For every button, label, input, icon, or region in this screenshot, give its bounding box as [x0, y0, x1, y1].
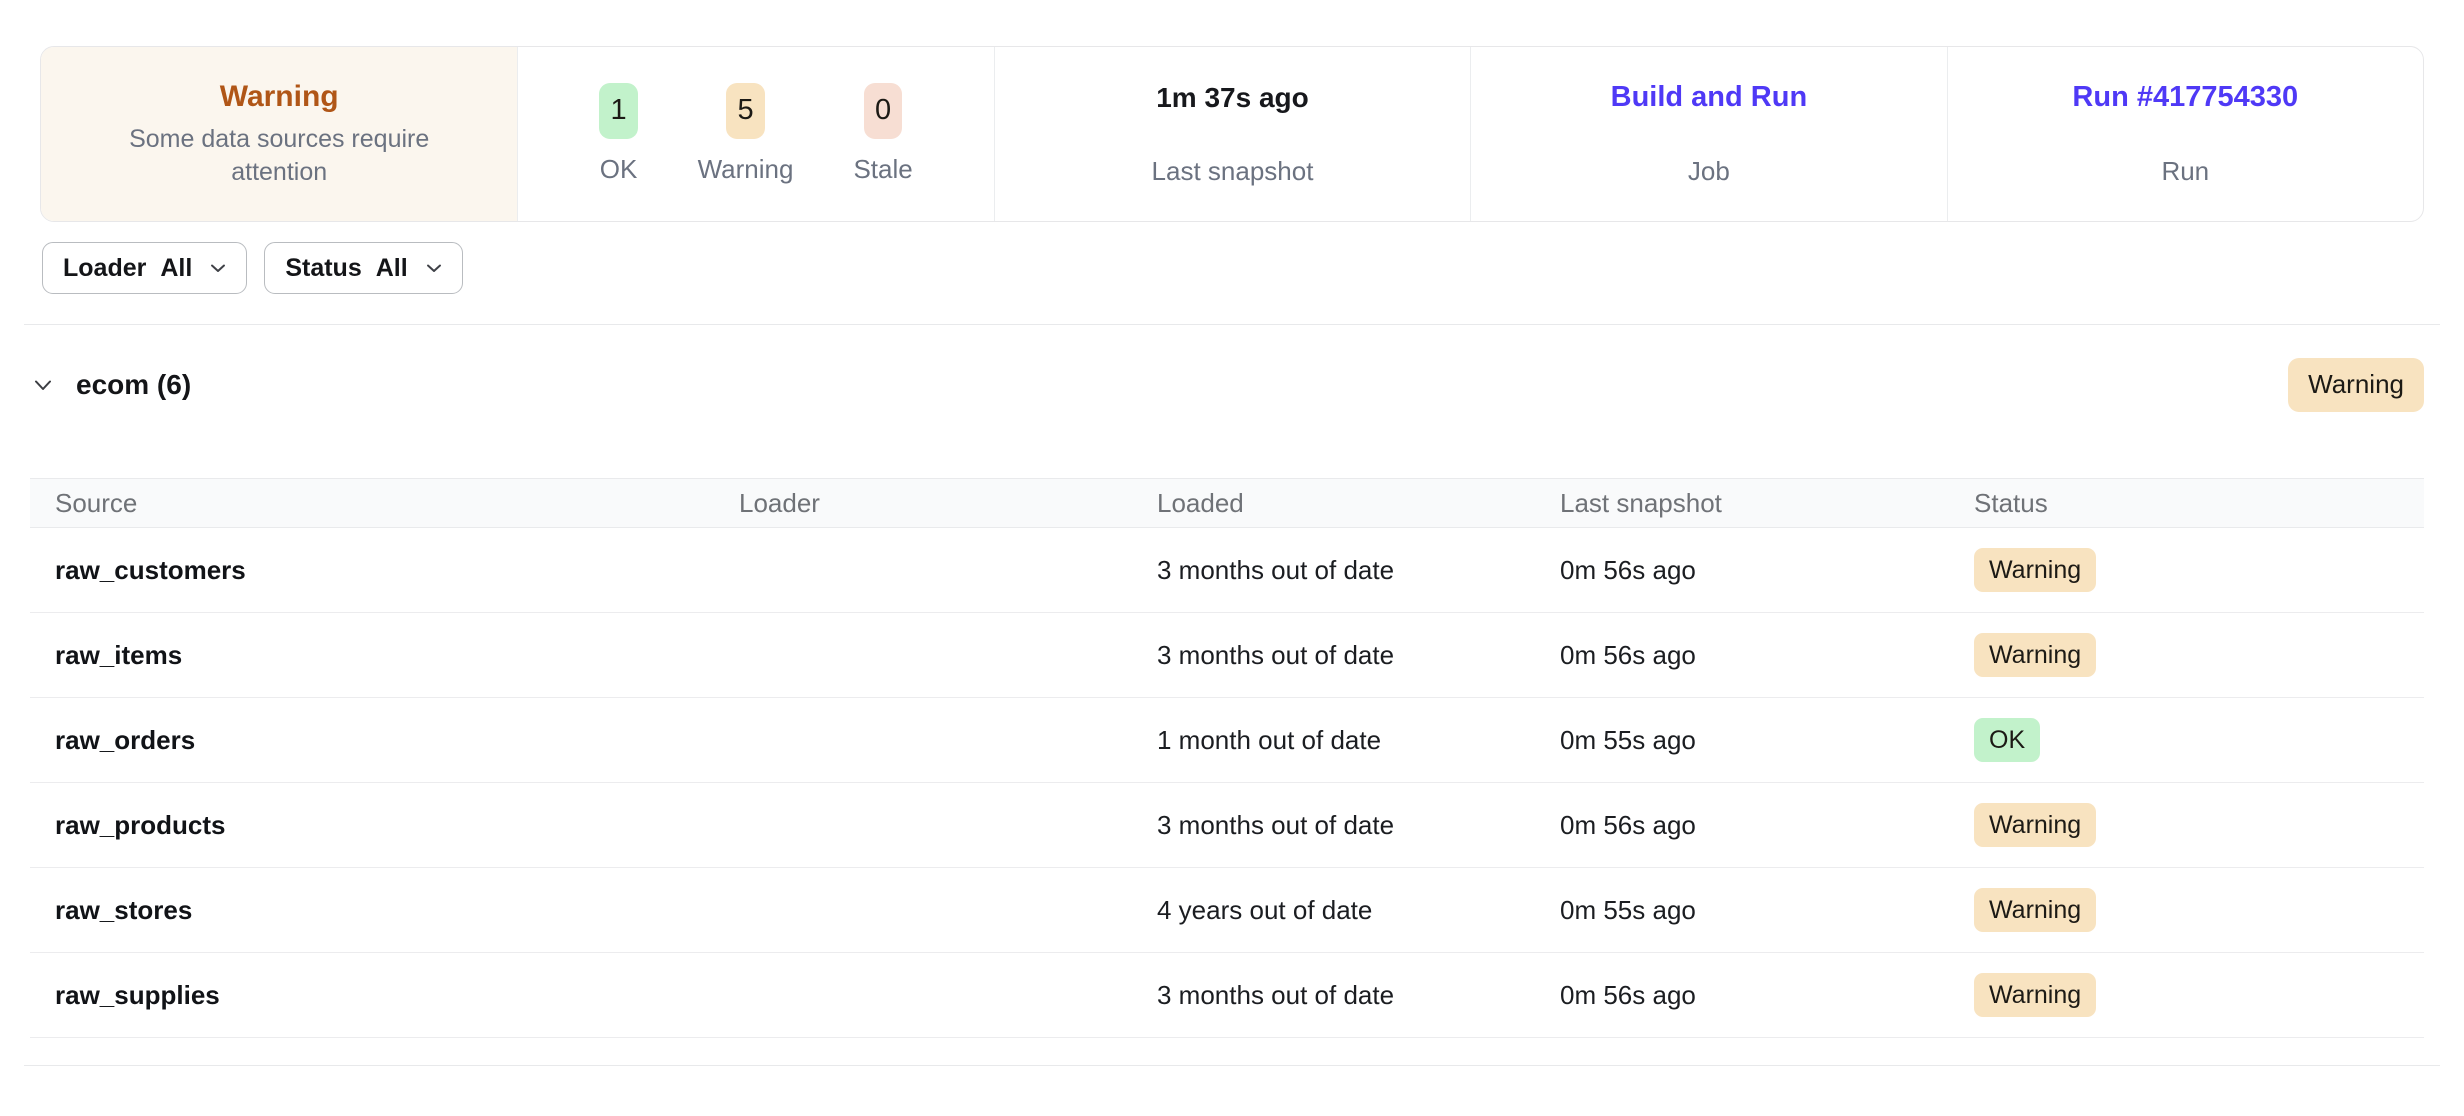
loaded-cell: 3 months out of date — [1157, 640, 1560, 671]
loader-filter-value: All — [160, 254, 192, 283]
last-snapshot-cell: 0m 56s ago — [1560, 555, 1974, 586]
status-cell: OK — [1974, 718, 2424, 763]
loaded-cell: 3 months out of date — [1157, 810, 1560, 841]
table-row: raw_customers 3 months out of date 0m 56… — [30, 528, 2424, 613]
column-header-loaded: Loaded — [1157, 488, 1560, 519]
loaded-cell: 4 years out of date — [1157, 895, 1560, 926]
loader-filter-dropdown[interactable]: Loader All — [42, 242, 247, 294]
filter-bar: Loader All Status All — [42, 242, 2464, 294]
chevron-down-icon[interactable] — [30, 372, 76, 398]
table-row: raw_orders 1 month out of date 0m 55s ag… — [30, 698, 2424, 783]
source-name: raw_stores — [55, 895, 739, 926]
table-row: raw_supplies 3 months out of date 0m 56s… — [30, 953, 2424, 1038]
table-row: raw_items 3 months out of date 0m 56s ag… — [30, 613, 2424, 698]
status-badge: Warning — [1974, 633, 2096, 678]
last-snapshot-cell: 0m 56s ago — [1560, 640, 1974, 671]
job-link[interactable]: Build and Run — [1611, 81, 1808, 114]
status-badge: Warning — [1974, 888, 2096, 933]
run-link[interactable]: Run #417754330 — [2072, 81, 2298, 114]
overall-status-card: Warning Some data sources require attent… — [41, 47, 517, 221]
count-stale: 0 Stale — [853, 83, 912, 185]
last-snapshot-cell: 0m 55s ago — [1560, 725, 1974, 756]
last-snapshot-card: 1m 37s ago Last snapshot — [994, 47, 1470, 221]
source-name: raw_items — [55, 640, 739, 671]
status-cell: Warning — [1974, 633, 2424, 678]
ok-count-badge: 1 — [599, 83, 637, 139]
warning-count-badge: 5 — [726, 83, 764, 139]
overall-status-title: Warning — [220, 80, 339, 114]
job-card: Build and Run Job — [1470, 47, 1946, 221]
chevron-down-icon — [208, 258, 228, 278]
status-filter-value: All — [376, 254, 408, 283]
last-snapshot-value: 1m 37s ago — [1156, 82, 1309, 114]
source-group-header-ecom[interactable]: ecom (6) Warning — [30, 357, 2424, 413]
last-snapshot-cell: 0m 56s ago — [1560, 980, 1974, 1011]
status-summary-bar: Warning Some data sources require attent… — [40, 46, 2424, 222]
run-label: Run — [2161, 156, 2209, 187]
loaded-cell: 1 month out of date — [1157, 725, 1560, 756]
source-name: raw_products — [55, 810, 739, 841]
status-cell: Warning — [1974, 888, 2424, 933]
status-badge: Warning — [1974, 973, 2096, 1018]
status-badge: Warning — [1974, 548, 2096, 593]
source-group-status-badge: Warning — [2288, 358, 2424, 412]
column-header-loader: Loader — [739, 488, 1157, 519]
stale-count-label: Stale — [853, 154, 912, 185]
status-counts-card: 1 OK 5 Warning 0 Stale — [517, 47, 993, 221]
loaded-cell: 3 months out of date — [1157, 555, 1560, 586]
source-name: raw_supplies — [55, 980, 739, 1011]
run-card: Run #417754330 Run — [1947, 47, 2423, 221]
table-row: raw_stores 4 years out of date 0m 55s ag… — [30, 868, 2424, 953]
source-name: raw_orders — [55, 725, 739, 756]
loader-filter-label: Loader — [63, 254, 146, 283]
last-snapshot-cell: 0m 55s ago — [1560, 895, 1974, 926]
loaded-cell: 3 months out of date — [1157, 980, 1560, 1011]
column-header-source: Source — [55, 488, 739, 519]
warning-count-label: Warning — [698, 154, 794, 185]
status-cell: Warning — [1974, 973, 2424, 1018]
status-badge: Warning — [1974, 803, 2096, 848]
column-header-last-snapshot: Last snapshot — [1560, 488, 1974, 519]
overall-status-subtitle: Some data sources require attention — [107, 123, 452, 189]
section-divider — [24, 1065, 2440, 1066]
count-ok: 1 OK — [599, 83, 637, 185]
status-cell: Warning — [1974, 803, 2424, 848]
section-divider — [24, 324, 2440, 325]
job-label: Job — [1688, 156, 1730, 187]
stale-count-badge: 0 — [864, 83, 902, 139]
last-snapshot-cell: 0m 56s ago — [1560, 810, 1974, 841]
last-snapshot-label: Last snapshot — [1152, 156, 1314, 187]
column-header-status: Status — [1974, 488, 2424, 519]
count-warning: 5 Warning — [698, 83, 794, 185]
ok-count-label: OK — [600, 154, 638, 185]
sources-table: Source Loader Loaded Last snapshot Statu… — [30, 478, 2424, 1038]
status-filter-dropdown[interactable]: Status All — [264, 242, 462, 294]
table-row: raw_products 3 months out of date 0m 56s… — [30, 783, 2424, 868]
status-badge: OK — [1974, 718, 2040, 763]
chevron-down-icon — [424, 258, 444, 278]
source-group-title: ecom (6) — [76, 369, 191, 401]
table-header-row: Source Loader Loaded Last snapshot Statu… — [30, 478, 2424, 528]
source-name: raw_customers — [55, 555, 739, 586]
status-cell: Warning — [1974, 548, 2424, 593]
status-filter-label: Status — [285, 254, 361, 283]
